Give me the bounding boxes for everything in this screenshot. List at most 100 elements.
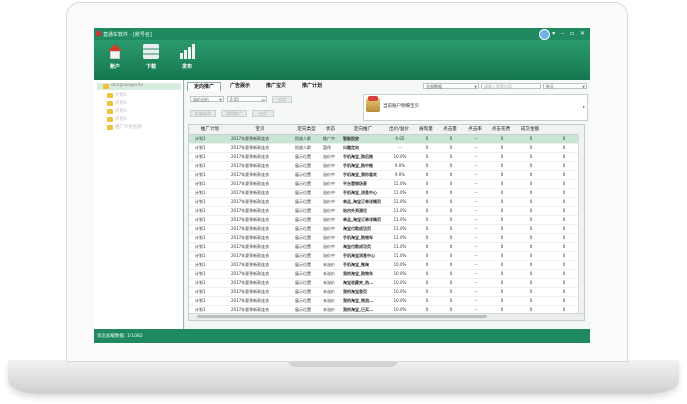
tab-plans[interactable]: 推广计划 — [295, 82, 329, 91]
table-cell: -- — [398, 145, 402, 150]
table-cell: 0 — [529, 163, 533, 168]
table-row[interactable]: 计划1 2017年夏季新款连衣 展示位置 溢价中 手机淘宝_消息中心 11.0% 0 0 -- 0… — [189, 189, 584, 198]
column-header[interactable]: 宝贝 — [229, 125, 291, 134]
table-cell: 0 — [500, 253, 504, 258]
tree-item-plan[interactable]: 计划2 — [101, 100, 185, 107]
vertical-scrollbar[interactable] — [578, 134, 584, 316]
column-header[interactable]: 推广计划 — [193, 125, 227, 134]
user-avatar[interactable] — [539, 29, 550, 40]
table-cell: -- — [474, 172, 478, 177]
toolbar-account-button[interactable]: 账户 — [102, 44, 128, 70]
table-row[interactable]: 计划1 2017年夏季新款连衣 展示位置 溢价中 手机淘宝_猜你喜欢 9.0% 0 0 -- 0 0… — [189, 171, 584, 180]
tree-item-root[interactable]: dongsangerliu — [97, 83, 181, 90]
scroll-thumb[interactable] — [197, 315, 487, 318]
table-cell: 0 — [500, 235, 504, 240]
gift-box-icon — [366, 96, 380, 112]
table-row[interactable]: 计划1 2017年夏季新款连衣 展示位置 未溢价 淘宝收藏夹_热... 10.0% 0 0 --… — [189, 279, 584, 288]
column-header[interactable]: 状态 — [321, 125, 340, 134]
table-row[interactable]: 计划1 2017年夏季新款连衣 展示位置 溢价中 单品_淘宝订单详情页 11.0% 0 0 --… — [189, 216, 584, 225]
column-header[interactable] — [549, 125, 577, 134]
table-cell: 0 — [425, 217, 429, 222]
column-header[interactable]: 定向类型 — [293, 125, 320, 134]
column-header[interactable]: 成交金额 — [515, 125, 545, 134]
table-row[interactable]: 计划1 2017年夏季新款连衣 展示位置 溢价中 平台营销场景 11.0% 0 0 -- 0 0 0 — [189, 180, 584, 189]
table-cell: 0 — [562, 217, 566, 222]
table-row[interactable]: 计划1 2017年夏季新款连衣 展示位置 未溢价 我的淘宝_物流... 10.0% 0 0 --… — [189, 297, 584, 306]
table-row[interactable]: 计划1 2017年夏季新款连衣 展示位置 未溢价 我的淘宝_购物车 10.0% 0 0 -- 0 0… — [189, 270, 584, 279]
bid-type-select[interactable]: 溢价出价 ▼ — [190, 96, 224, 102]
bid-value-stepper[interactable]: 0.05 ▴▾ — [227, 96, 267, 102]
table-cell: 0 — [449, 280, 453, 285]
column-header[interactable]: 定向推广 — [341, 125, 385, 134]
table-row[interactable]: 计划1 2017年夏季新款连衣 展示位置 溢价中 淘宝付款成功页 11.0% 0 0 -- 0 0 0 — [189, 225, 584, 234]
table-cell: -- — [474, 145, 478, 150]
window-controls[interactable]: ▾ – ▫ ✕ — [552, 30, 587, 37]
horizontal-scrollbar[interactable] — [189, 313, 584, 320]
table-cell: 溢价中 — [323, 181, 335, 186]
date-select[interactable]: 昨天 ▼ — [543, 83, 587, 89]
info-panel: 当前账户明细宝贝 ▸ — [363, 94, 588, 121]
tree-item-plan[interactable]: 计划1 — [101, 92, 185, 99]
table-cell: 0 — [449, 262, 453, 267]
column-header[interactable]: 点击量 — [439, 125, 461, 134]
table-row[interactable]: 计划1 2017年夏季新款连衣 展示位置 溢价中 手机淘宝_购后推 10.0% 0 0 -- 0 0… — [189, 153, 584, 162]
batch-edit-button[interactable]: 批量修改 — [190, 110, 216, 117]
table-cell: -- — [474, 280, 478, 285]
table-cell: 展示位置 — [295, 199, 311, 204]
tab-targeted[interactable]: 定向推广 — [187, 82, 221, 91]
main-toolbar: 账户 下载 发布 — [94, 40, 590, 80]
table-cell: 11.0% — [393, 208, 407, 213]
data-scope-select[interactable]: 全部数据 ▼ — [423, 83, 479, 89]
table-cell: 计划1 — [195, 244, 206, 249]
column-header[interactable]: 点击率 — [463, 125, 487, 134]
column-header[interactable]: 出价/溢价 — [385, 125, 413, 134]
table-cell: 溢价中 — [323, 226, 335, 231]
expand-arrow-icon[interactable]: ▸ — [583, 104, 585, 109]
table-cell: -- — [474, 226, 478, 231]
toolbar-account-label: 账户 — [109, 64, 120, 70]
table-cell: -- — [474, 244, 478, 249]
table-row[interactable]: 计划1 2017年夏季新款连衣 展示位置 溢价中 手机淘宝_购中推 9.0% 0 0 -- 0 0 0 — [189, 162, 584, 171]
table-cell: 计划1 — [195, 181, 206, 186]
tab-products[interactable]: 推广宝贝 — [259, 82, 293, 91]
table-row[interactable]: 计划1 2017年夏季新款连衣 投放人群 暂停 兴趣定向 -- 0 0 -- 0 0 0 — [189, 144, 584, 153]
enable-button[interactable]: 启用 — [252, 110, 274, 117]
toolbar-publish-button[interactable]: 发布 — [174, 44, 200, 70]
pause-button[interactable]: 暂停推广 — [221, 110, 247, 117]
table-row[interactable]: 计划1 2017年夏季新款连衣 展示位置 溢价中 单品_淘宝订单详情页 11.0% 0 0 --… — [189, 198, 584, 207]
table-cell: 0 — [449, 136, 453, 141]
status-text: 状态加载数据: 1/1082 — [97, 334, 143, 339]
column-header[interactable]: 点击花费 — [489, 125, 513, 134]
table-row[interactable]: 计划1 2017年夏季新款连衣 展示位置 未溢价 手机淘宝_微淘 10.0% 0 0 -- 0 0 0 — [189, 261, 584, 270]
table-cell: 0 — [449, 271, 453, 276]
toolbar-download-button[interactable]: 下载 — [138, 44, 164, 70]
tab-ad-display[interactable]: 广告展示 — [223, 82, 257, 91]
main-panel: 定向推广 广告展示 推广宝贝 推广计划 全部数据 ▼ 请输入搜索内容 昨天 ▼ 溢价… — [185, 80, 590, 329]
table-cell: 手机淘宝消息中心 — [343, 253, 375, 258]
table-cell: 0 — [529, 217, 533, 222]
table-cell: 2017年夏季新款连衣 — [231, 226, 270, 231]
table-cell: 11.0% — [393, 217, 407, 222]
table-cell: 计划1 — [195, 253, 206, 258]
table-row[interactable]: 计划1 2017年夏季新款连衣 展示位置 溢价中 淘宝付款成功页 11.0% 0 0 -- 0 0 0 — [189, 243, 584, 252]
apply-button[interactable]: 应用 — [272, 96, 292, 103]
table-row[interactable]: 计划1 2017年夏季新款连衣 展示位置 溢价中 手机淘宝_购物车 11.0% 0 0 -- 0 0… — [189, 234, 584, 243]
tree-item-plan[interactable]: 计划3 — [101, 108, 185, 115]
tree-item-plan[interactable]: 推广计划名称 — [101, 124, 185, 131]
table-cell: 展示位置 — [295, 163, 311, 168]
table-cell: 智能投放 — [343, 136, 359, 141]
search-input[interactable]: 请输入搜索内容 — [481, 83, 541, 89]
table-cell: 2017年夏季新款连衣 — [231, 208, 270, 213]
table-cell: 0 — [562, 289, 566, 294]
table-row[interactable]: 计划1 2017年夏季新款连衣 展示位置 溢价中 站内外资源位 11.0% 0 0 -- 0 0 0 — [189, 207, 584, 216]
column-header[interactable]: 展现量 — [415, 125, 437, 134]
table-row[interactable]: 计划1 2017年夏季新款连衣 展示位置 未溢价 我的淘宝首页 10.0% 0 0 -- 0 0 0 — [189, 288, 584, 297]
table-cell: 0 — [425, 136, 429, 141]
tree-item-plan[interactable]: 计划4 — [101, 116, 185, 123]
table-cell: -- — [474, 217, 478, 222]
window-title: 直通车软件 - [账号名] — [103, 32, 152, 38]
table-row[interactable]: 计划1 2017年夏季新款连衣 投放人群 推广中 智能投放 0.05 0 0 -- 0 0 0 — [189, 135, 584, 144]
table-row[interactable]: 计划1 2017年夏季新款连衣 展示位置 溢价中 手机淘宝消息中心 11.0% 0 0 -- 0 0… — [189, 252, 584, 261]
table-cell: 0 — [562, 235, 566, 240]
table-cell: 未溢价 — [323, 271, 335, 276]
